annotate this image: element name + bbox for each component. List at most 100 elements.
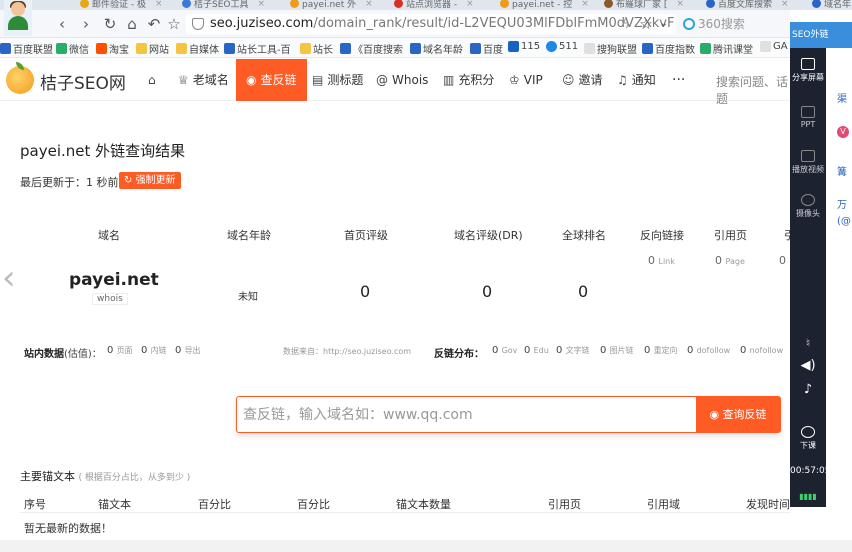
- speaker-icon[interactable]: ◀): [790, 358, 826, 373]
- bookmark-item[interactable]: 百度联盟: [0, 41, 53, 56]
- chevron-down-icon[interactable]: ⌄: [654, 14, 674, 34]
- domain-rating-value: 0: [482, 282, 493, 301]
- orange-logo-icon[interactable]: [6, 62, 34, 94]
- browser-tab[interactable]: 站点浏览器 - ×: [394, 0, 474, 10]
- right-panel-link[interactable]: 万: [837, 196, 847, 211]
- search-engine-icon: [683, 18, 695, 30]
- site-search-input[interactable]: 搜索问题、话题: [716, 73, 790, 107]
- browser-tab[interactable]: 域名年: [812, 0, 851, 10]
- trophy-icon: ♕: [178, 73, 189, 87]
- camera-button[interactable]: 摄像头: [790, 194, 826, 219]
- close-icon[interactable]: ×: [155, 0, 163, 9]
- bookmark-item[interactable]: 网站: [136, 41, 169, 56]
- nav-vip[interactable]: ♔ VIP: [509, 59, 543, 101]
- tab-favicon-icon: [394, 0, 403, 8]
- more-icon[interactable]: ···: [672, 59, 685, 101]
- bookmark-item[interactable]: 淘宝: [96, 41, 129, 56]
- site-brand[interactable]: 桔子SEO网: [40, 69, 126, 94]
- nav-whois[interactable]: @ Whois: [376, 59, 428, 101]
- browser-search-box[interactable]: 360搜索: [680, 14, 790, 34]
- reload-icon[interactable]: ↻: [100, 14, 120, 34]
- column-header-ref-pages: 引用页: [714, 229, 747, 242]
- favorite-star-icon[interactable]: ☆: [164, 14, 184, 34]
- bookmark-item[interactable]: 站长: [300, 41, 333, 56]
- tab-favicon-icon: [706, 0, 715, 8]
- browser-tab[interactable]: 布羅球厂家 [×: [604, 0, 684, 10]
- close-icon[interactable]: ×: [581, 0, 589, 9]
- browser-tab[interactable]: payei.net 外 ×: [290, 0, 373, 10]
- nav-recharge[interactable]: ▥ 充积分: [443, 59, 494, 101]
- home-icon[interactable]: ⌂: [122, 14, 142, 34]
- bookmark-item[interactable]: 搜狗联盟: [584, 41, 637, 56]
- bookmark-item[interactable]: 域名年龄: [410, 41, 463, 56]
- bookmark-item[interactable]: 腾讯课堂: [700, 41, 753, 56]
- bookmark-item[interactable]: 微信: [56, 41, 89, 56]
- dist-gov: 0 Gov: [492, 345, 518, 356]
- nav-invite[interactable]: ☺ 邀请: [562, 59, 603, 101]
- nav-notifications[interactable]: ♫ 通知: [617, 59, 656, 101]
- bookmark-item[interactable]: 《百度搜索: [340, 41, 403, 56]
- right-panel-link[interactable]: (@: [837, 216, 851, 227]
- column-header-backlinks: 反向链接: [640, 229, 684, 242]
- query-backlinks-button[interactable]: ◉ 查询反链: [696, 397, 780, 432]
- url-bar[interactable]: seo.juziseo.com/domain_rank/result/id-L2…: [186, 14, 676, 34]
- anchor-column-header: 锚文本数量: [396, 498, 451, 511]
- dist-text-links: 0 文字链: [556, 345, 590, 356]
- back-icon[interactable]: ‹: [52, 14, 72, 34]
- nav-backlinks[interactable]: ◉ 查反链: [236, 59, 307, 101]
- browser-search-placeholder: 360搜索: [698, 17, 745, 31]
- divider: [20, 512, 790, 513]
- homepage-rating-value: 0: [360, 282, 371, 301]
- bookmark-star-icon[interactable]: ☆: [636, 14, 656, 34]
- document-icon: ▤: [312, 73, 324, 87]
- right-panel-link[interactable]: 篝: [837, 163, 847, 178]
- play-video-button[interactable]: 播放视频: [790, 150, 826, 175]
- camera-icon: [801, 194, 815, 206]
- undo-icon[interactable]: ↶: [144, 14, 164, 34]
- browser-tab[interactable]: 邮件验证 - 极 ×: [80, 0, 163, 10]
- close-icon[interactable]: ×: [466, 0, 474, 9]
- power-icon: [801, 426, 815, 438]
- nav-old-domain[interactable]: ♕ 老域名: [178, 59, 229, 101]
- nav-title-test[interactable]: ▤ 测标题: [312, 59, 363, 101]
- forward-icon[interactable]: ›: [76, 14, 96, 34]
- eye-icon: ◉: [246, 73, 257, 87]
- close-icon[interactable]: ×: [676, 0, 684, 9]
- domain-query-input[interactable]: [243, 397, 693, 432]
- bookmark-item[interactable]: GA: [760, 41, 788, 52]
- close-icon[interactable]: ×: [257, 0, 265, 9]
- chevron-left-icon[interactable]: ‹: [2, 258, 16, 298]
- bookmark-item[interactable]: 百度指数: [642, 41, 695, 56]
- bookmark-item[interactable]: 百度: [470, 41, 503, 56]
- bookmark-icon: [410, 43, 421, 54]
- close-icon[interactable]: ×: [781, 0, 789, 9]
- close-icon[interactable]: ×: [365, 0, 373, 9]
- microphone-icon[interactable]: ♮: [790, 336, 826, 350]
- music-icon[interactable]: ♪: [790, 382, 826, 397]
- force-update-button[interactable]: ↻ 强制更新: [119, 172, 181, 189]
- nav-home[interactable]: ⌂: [148, 59, 156, 101]
- browser-tab[interactable]: payei.net - 控 ×: [500, 0, 589, 10]
- browser-tab[interactable]: 桔子SEO工具 ×: [182, 0, 265, 10]
- backlink-query-form: ◉ 查询反链: [236, 396, 781, 433]
- domain-name[interactable]: payei.net: [69, 270, 159, 290]
- right-panel-link[interactable]: 渠: [837, 90, 847, 105]
- share-screen-button[interactable]: 分享屏幕: [790, 58, 826, 83]
- whois-link[interactable]: whois: [92, 293, 128, 305]
- site-header: 桔子SEO网 ⌂ ♕ 老域名 ◉ 查反链 ▤ 测标题 @ Whois ▥ 充积分 ♔ VIP…: [0, 59, 790, 106]
- site-data-pages: 0 页面: [107, 345, 133, 356]
- ppt-button[interactable]: PPT: [790, 106, 826, 129]
- browser-tab[interactable]: 百度文库搜索 ×: [706, 0, 789, 10]
- end-class-button[interactable]: 下课: [790, 426, 826, 451]
- dist-edu: 0 Edu: [524, 345, 549, 356]
- bookmark-item[interactable]: 站长工具-百: [224, 41, 291, 56]
- user-avatar-icon[interactable]: [4, 0, 32, 36]
- bookmark-item[interactable]: 511: [546, 41, 578, 52]
- status-bar: [0, 540, 852, 552]
- data-source-text: 数据来自：http://seo.juziseo.com: [283, 347, 412, 356]
- lightning-icon[interactable]: ϟ: [616, 14, 636, 34]
- screen-share-badge[interactable]: SEO外链: [790, 22, 852, 48]
- site-data-internal-links: 0 内链: [141, 345, 167, 356]
- bookmark-item[interactable]: 自媒体: [176, 41, 219, 56]
- bookmark-item[interactable]: 115: [508, 41, 540, 52]
